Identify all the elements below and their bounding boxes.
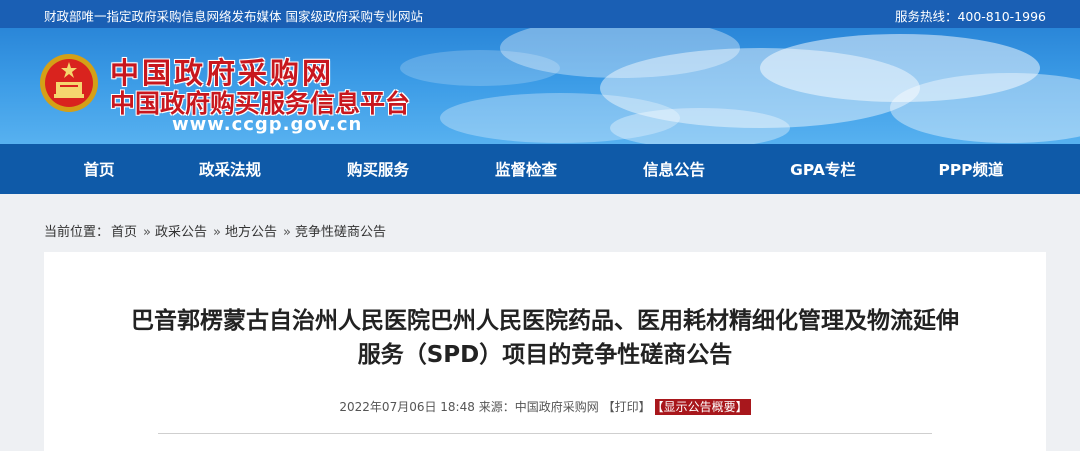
show-summary-button[interactable]: 【显示公告概要】 <box>654 399 751 415</box>
service-hotline: 服务热线：400-810-1996 <box>894 9 1046 24</box>
breadcrumb: 当前位置： 首页 » 政采公告 » 地方公告 » 竞争性磋商公告 <box>44 221 388 240</box>
site-url: www.ccgp.gov.cn <box>172 114 363 135</box>
nav-regulations[interactable]: 政采法规 <box>170 158 290 180</box>
nav-announcements[interactable]: 信息公告 <box>614 158 734 180</box>
print-link[interactable]: 【打印】 <box>603 400 651 414</box>
nav-gpa[interactable]: GPA专栏 <box>763 158 883 180</box>
national-emblem-icon <box>40 54 98 112</box>
article-card: 巴音郭楞蒙古自治州人民医院巴州人民医院药品、医用耗材精细化管理及物流延伸 服务（… <box>44 252 1046 451</box>
breadcrumb-separator: » <box>143 225 151 240</box>
article-source: 中国政府采购网 <box>514 400 599 414</box>
nav-purchase-services[interactable]: 购买服务 <box>318 158 438 180</box>
article-datetime: 2022年07月06日 18:48 <box>339 400 475 414</box>
divider <box>158 433 932 434</box>
main-nav: 首页 政采法规 购买服务 监督检查 信息公告 GPA专栏 PPP频道 <box>0 144 1080 194</box>
breadcrumb-separator: » <box>283 225 291 240</box>
nav-ppp[interactable]: PPP频道 <box>911 158 1031 180</box>
top-info-bar: 财政部唯一指定政府采购信息网络发布媒体 国家级政府采购专业网站 服务热线：400… <box>0 0 1080 28</box>
article-title: 巴音郭楞蒙古自治州人民医院巴州人民医院药品、医用耗材精细化管理及物流延伸 服务（… <box>64 304 1026 372</box>
breadcrumb-gov-announcements[interactable]: 政采公告 <box>155 225 207 240</box>
top-slogan: 财政部唯一指定政府采购信息网络发布媒体 国家级政府采购专业网站 <box>44 9 423 24</box>
nav-supervision[interactable]: 监督检查 <box>466 158 586 180</box>
breadcrumb-local-announcements[interactable]: 地方公告 <box>225 225 277 240</box>
source-label: 来源： <box>478 400 515 414</box>
article-title-line2: 服务（SPD）项目的竞争性磋商公告 <box>357 342 733 368</box>
breadcrumb-prefix: 当前位置： <box>44 225 110 240</box>
breadcrumb-home[interactable]: 首页 <box>111 225 137 240</box>
breadcrumb-current[interactable]: 竞争性磋商公告 <box>295 225 386 240</box>
article-meta: 2022年07月06日 18:48 来源：中国政府采购网 【打印】 【显示公告概要… <box>44 398 1046 415</box>
nav-home[interactable]: 首页 <box>39 158 159 180</box>
breadcrumb-separator: » <box>213 225 221 240</box>
site-banner: 中国政府采购网 中国政府购买服务信息平台 www.ccgp.gov.cn <box>0 28 1080 144</box>
article-title-line1: 巴音郭楞蒙古自治州人民医院巴州人民医院药品、医用耗材精细化管理及物流延伸 <box>131 308 959 334</box>
